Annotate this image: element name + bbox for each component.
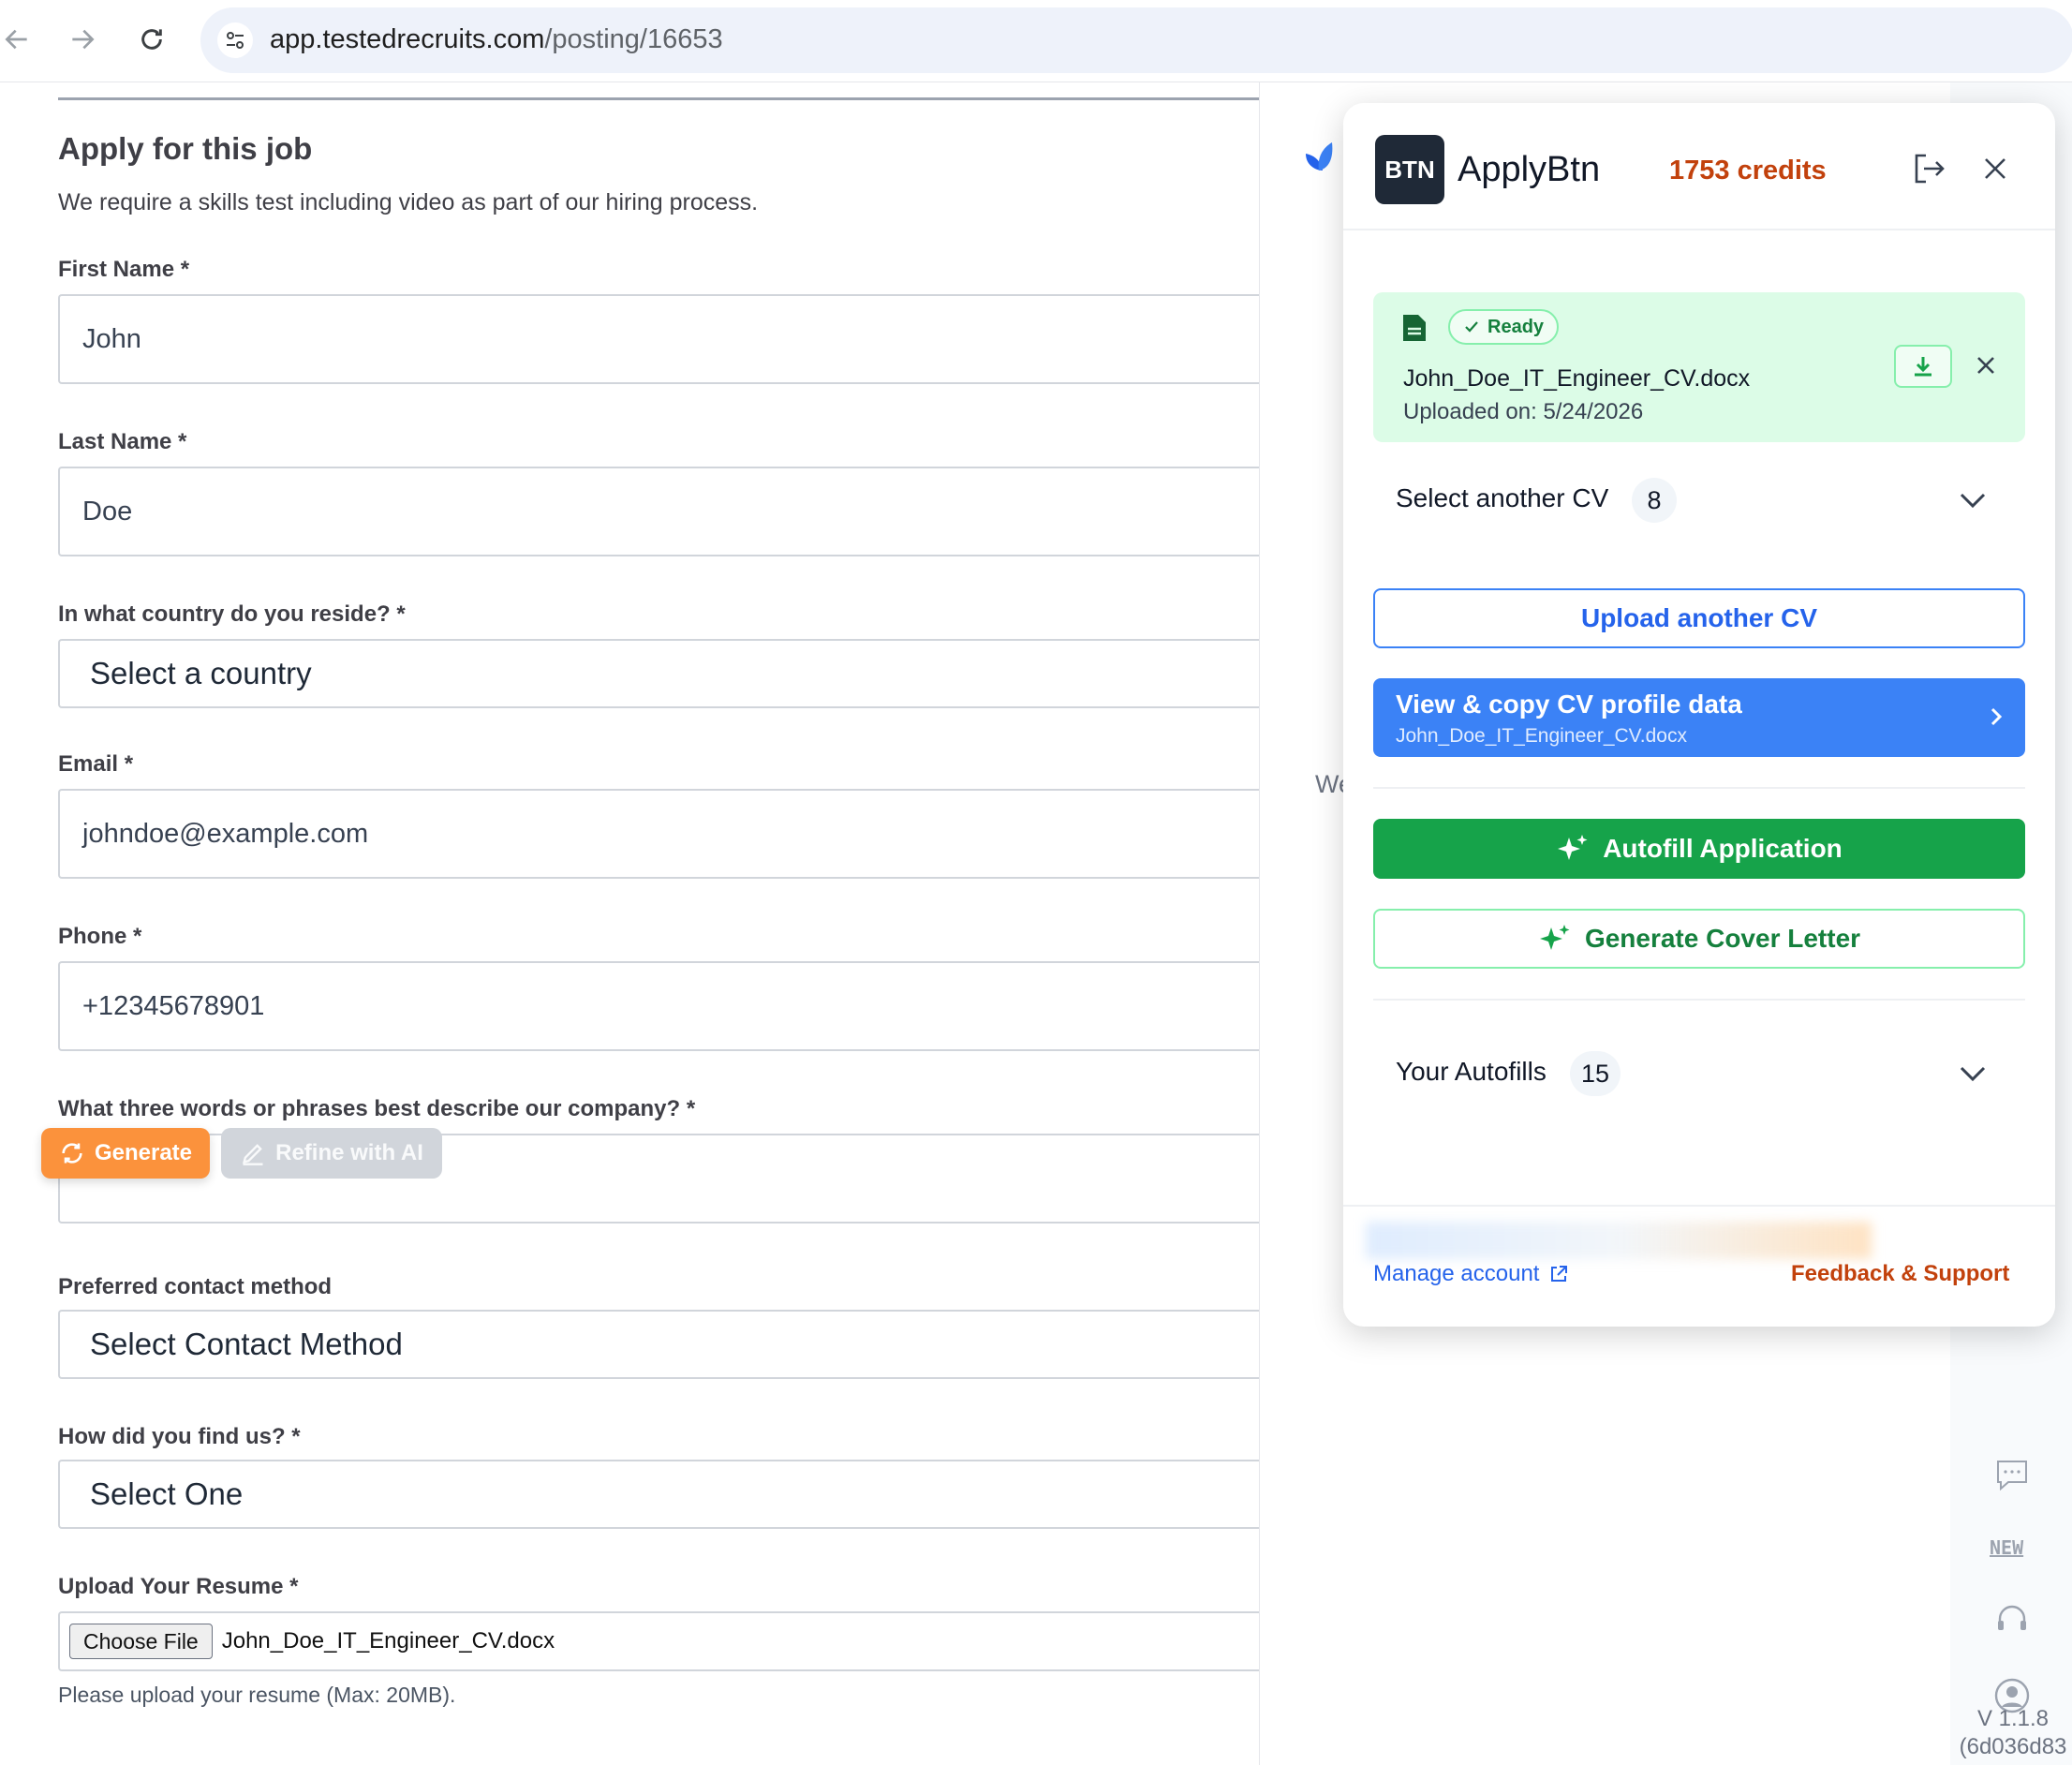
status-text: Ready	[1487, 316, 1545, 337]
version-number: V 1.1.8	[1976, 1706, 2050, 1731]
autofills-count-badge: 15	[1570, 1051, 1621, 1096]
autofill-label: Autofill Application	[1603, 834, 1843, 863]
choose-file-button[interactable]: Choose File	[69, 1624, 213, 1659]
chevron-right-icon	[1991, 707, 2003, 726]
generate-cover-letter-button[interactable]: Generate Cover Letter	[1373, 909, 2025, 969]
application-form: Apply for this job We require a skills t…	[0, 82, 1259, 1765]
country-select[interactable]: Select a country	[58, 639, 1259, 708]
page-title: Apply for this job	[58, 131, 313, 166]
find-us-select[interactable]: Select One	[58, 1460, 1259, 1529]
resume-hint: Please upload your resume (Max: 20MB).	[58, 1683, 456, 1707]
company-words-label: What three words or phrases best describ…	[58, 1096, 696, 1121]
last-name-label: Last Name *	[58, 429, 187, 454]
remove-cv-icon[interactable]	[1969, 349, 2003, 382]
phone-input[interactable]: +12345678901	[58, 961, 1259, 1051]
upload-another-cv-button[interactable]: Upload another CV	[1373, 588, 2025, 648]
view-copy-subtitle: John_Doe_IT_Engineer_CV.docx	[1396, 725, 1687, 747]
url-path: /posting/16653	[544, 24, 723, 54]
address-bar[interactable]: app.testedrecruits.com/posting/16653	[200, 7, 2072, 73]
url-text: app.testedrecruits.com/posting/16653	[270, 24, 723, 55]
document-icon	[1403, 315, 1426, 341]
email-input[interactable]: johndoe@example.com	[58, 789, 1259, 879]
applybtn-panel: BTN ApplyBtn 1753 credits Ready John_Doe…	[1343, 103, 2055, 1327]
version-hash: (6d036d83	[1959, 1734, 2067, 1759]
logout-icon[interactable]	[1911, 150, 1948, 187]
manage-account-link[interactable]: Manage account	[1373, 1261, 1569, 1287]
status-badge: Ready	[1448, 309, 1560, 345]
panel-divider	[1373, 999, 2025, 1001]
cover-letter-label: Generate Cover Letter	[1584, 924, 1861, 953]
panel-divider	[1373, 787, 2025, 789]
download-icon	[1915, 357, 1931, 377]
find-us-label: How did you find us? *	[58, 1424, 301, 1449]
cv-file-name: John_Doe_IT_Engineer_CV.docx	[1403, 365, 1751, 392]
arrow-right-icon	[72, 29, 95, 50]
panel-footer: Manage account Feedback & Support	[1343, 1205, 2055, 1327]
credits-count: 1753 credits	[1669, 156, 1827, 185]
back-button[interactable]	[0, 17, 39, 62]
first-name-label: First Name *	[58, 257, 190, 282]
contact-method-select[interactable]: Select Contact Method	[58, 1310, 1259, 1379]
resume-label: Upload Your Resume *	[58, 1574, 299, 1599]
cv-count-badge: 8	[1632, 478, 1677, 523]
select-cv-label[interactable]: Select another CV	[1396, 483, 1608, 513]
reload-icon	[141, 29, 162, 50]
last-name-input[interactable]: Doe	[58, 467, 1259, 556]
brand-name: ApplyBtn	[1458, 150, 1601, 189]
manage-account-label: Manage account	[1373, 1261, 1540, 1286]
arrow-left-icon	[5, 29, 27, 50]
refine-label: Refine with AI	[275, 1140, 423, 1165]
reload-button[interactable]	[129, 17, 174, 62]
chevron-down-icon[interactable]	[1956, 483, 1990, 517]
phone-label: Phone *	[58, 924, 142, 949]
forward-button[interactable]	[60, 17, 105, 62]
autofill-application-button[interactable]: Autofill Application	[1373, 819, 2025, 879]
check-icon	[1465, 321, 1478, 333]
chevron-down-icon[interactable]	[1956, 1057, 1990, 1090]
first-name-input[interactable]: John	[58, 294, 1259, 384]
email-label: Email *	[58, 751, 134, 777]
site-settings-icon[interactable]	[217, 22, 253, 58]
form-top-divider	[58, 97, 1259, 100]
refresh-icon	[62, 1143, 82, 1164]
leaf-logo-icon	[1306, 142, 1333, 171]
brand-logo: BTN	[1375, 135, 1444, 204]
your-autofills-label[interactable]: Your Autofills	[1396, 1057, 1547, 1087]
panel-header: BTN ApplyBtn 1753 credits	[1343, 103, 2055, 230]
view-copy-cv-button[interactable]: View & copy CV profile data John_Doe_IT_…	[1373, 678, 2025, 757]
sparkle-icon	[1558, 835, 1588, 860]
chat-icon[interactable]	[1993, 1456, 2031, 1493]
view-copy-title: View & copy CV profile data	[1396, 690, 1742, 719]
svg-text:NEW: NEW	[1990, 1536, 2024, 1559]
refine-with-ai-button[interactable]: Refine with AI	[221, 1128, 442, 1179]
browser-toolbar: app.testedrecruits.com/posting/16653	[0, 0, 2072, 82]
sparkle-icon	[1539, 925, 1570, 950]
resume-file-input[interactable]: Choose File John_Doe_IT_Engineer_CV.docx	[58, 1611, 1259, 1671]
resume-file-name: John_Doe_IT_Engineer_CV.docx	[221, 1628, 555, 1654]
headset-icon[interactable]	[1993, 1600, 2031, 1638]
generate-button[interactable]: Generate	[41, 1128, 210, 1179]
download-cv-button[interactable]	[1894, 345, 1952, 388]
cv-upload-date: Uploaded on: 5/24/2026	[1403, 399, 1644, 424]
country-label: In what country do you reside? *	[58, 601, 406, 627]
form-intro: We require a skills test including video…	[58, 189, 759, 215]
version-info: V 1.1.8 (6d036d83	[1952, 1705, 2072, 1761]
feedback-support-link[interactable]: Feedback & Support	[1791, 1261, 2009, 1287]
pencil-icon	[243, 1144, 263, 1165]
url-host: app.testedrecruits.com	[270, 24, 545, 54]
close-panel-icon[interactable]	[1976, 150, 2014, 187]
current-cv-card: Ready John_Doe_IT_Engineer_CV.docx Uploa…	[1373, 292, 2025, 442]
contact-method-label: Preferred contact method	[58, 1274, 333, 1299]
blurred-overlay	[1366, 1222, 1872, 1259]
new-badge-icon[interactable]: NEW	[1988, 1529, 2036, 1566]
external-link-icon	[1551, 1266, 1568, 1282]
generate-label: Generate	[94, 1140, 193, 1165]
